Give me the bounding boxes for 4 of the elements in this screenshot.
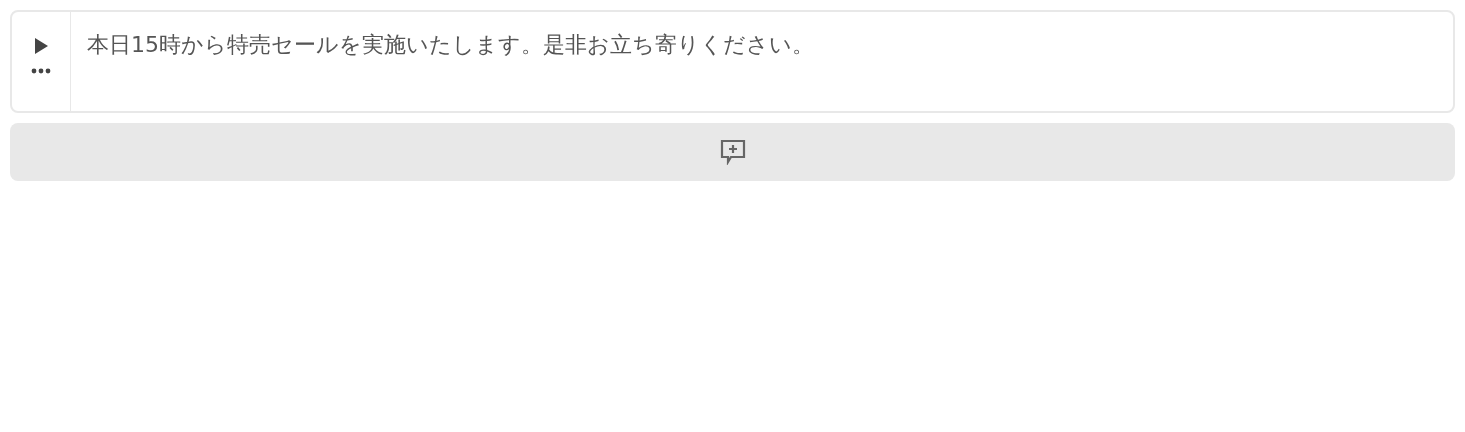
message-text: 本日15時から特売セールを実施いたします。是非お立ち寄りください。 xyxy=(86,31,815,59)
play-icon[interactable] xyxy=(34,38,48,54)
add-comment-icon xyxy=(719,139,746,165)
more-icon[interactable] xyxy=(31,68,51,74)
